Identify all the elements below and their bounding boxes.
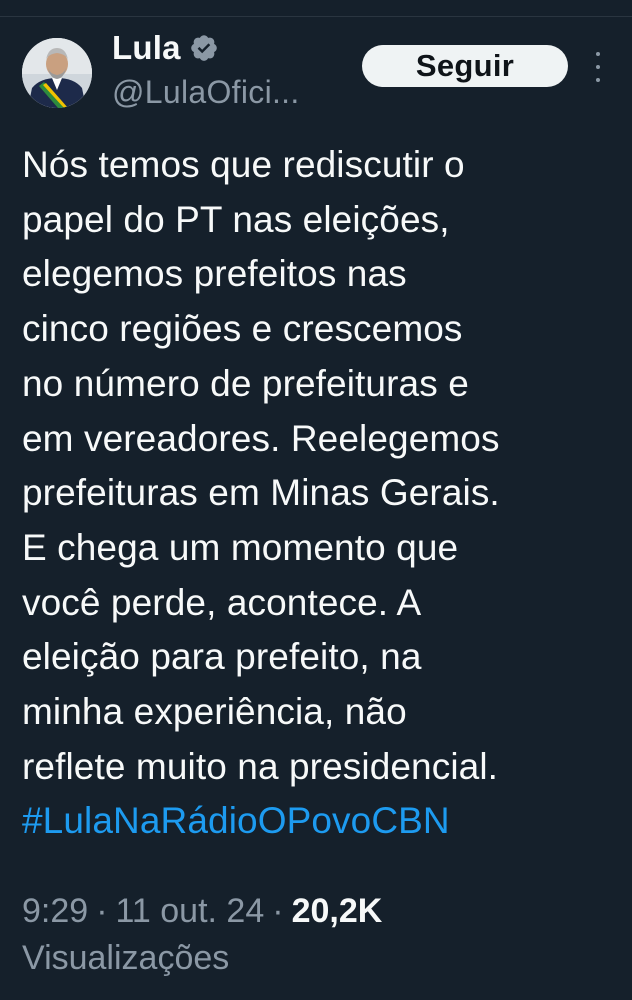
tweet-line: E chega um momento que (22, 526, 459, 568)
verified-badge-icon (189, 33, 219, 63)
tweet-line: minha experiência, não (22, 691, 407, 733)
tweet-line: eleição para prefeito, na (22, 636, 422, 678)
top-divider (0, 16, 632, 17)
tweet-text: Nós temos que rediscutir o papel do PT n… (22, 138, 622, 849)
tweet-line: em vereadores. Reelegemos (22, 417, 500, 459)
tweet-meta: 9:29 · 11 out. 24 · 20,2K (22, 886, 382, 936)
tweet-line: no número de prefeituras e (22, 362, 469, 404)
person-avatar-icon (22, 38, 92, 108)
views-count[interactable]: 20,2K (292, 892, 383, 931)
tweet-date[interactable]: 11 out. 24 (116, 892, 265, 931)
follow-button[interactable]: Seguir (362, 45, 568, 87)
tweet-line: você perde, acontece. A (22, 581, 422, 623)
tweet-line: Nós temos que rediscutir o (22, 144, 465, 185)
author-name-row[interactable]: Lula (112, 28, 219, 68)
hashtag-link[interactable]: #LulaNaRádioOPovoCBN (22, 794, 622, 849)
tweet-line: elegemos prefeitos nas (22, 253, 407, 295)
more-options-icon[interactable] (588, 52, 608, 82)
tweet-line: cinco regiões e crescemos (22, 308, 463, 350)
author-handle[interactable]: @LulaOfici... (112, 74, 300, 111)
meta-separator: · (272, 891, 284, 930)
meta-separator: · (96, 891, 108, 930)
tweet-time[interactable]: 9:29 (22, 892, 88, 931)
tweet-line: prefeituras em Minas Gerais. (22, 472, 500, 514)
display-name[interactable]: Lula (112, 29, 181, 67)
tweet-line: papel do PT nas eleições, (22, 198, 450, 240)
tweet-line: reflete muito na presidencial. (22, 745, 499, 787)
views-label[interactable]: Visualizações (22, 939, 229, 978)
avatar[interactable] (22, 38, 92, 108)
